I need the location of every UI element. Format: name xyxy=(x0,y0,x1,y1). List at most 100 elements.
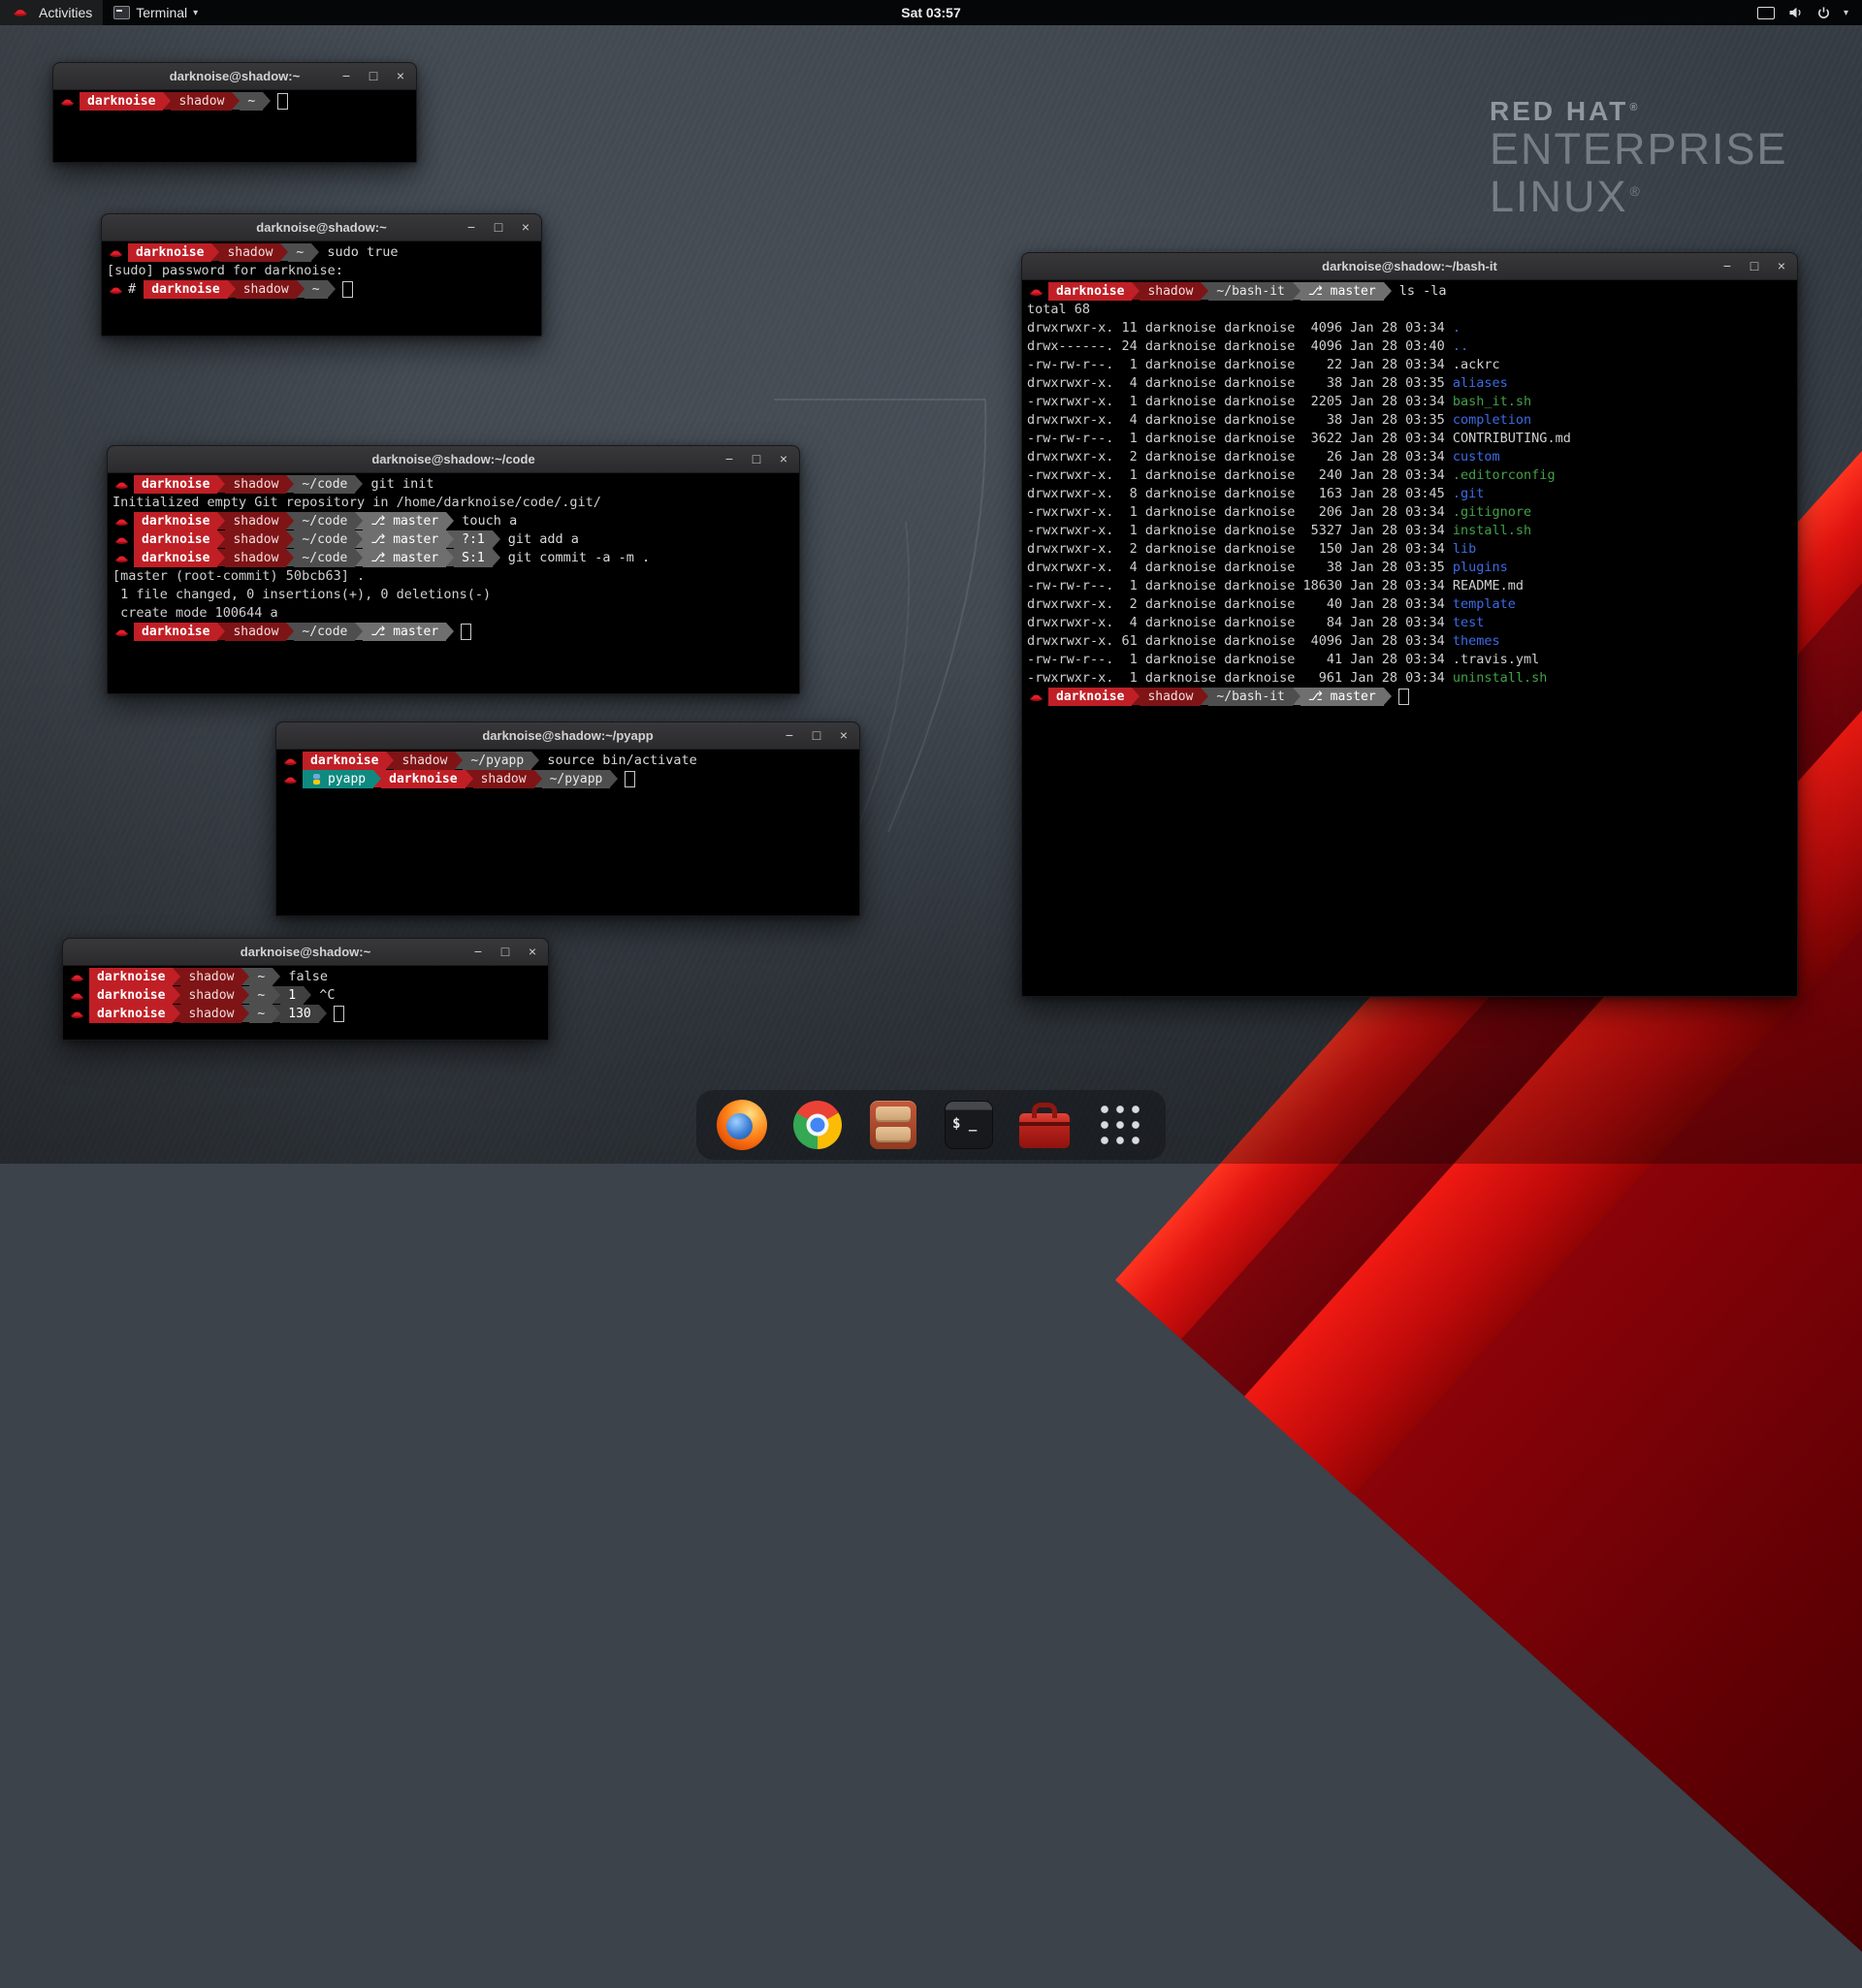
terminal-text: bash_it.sh xyxy=(1453,393,1531,411)
prompt-segment-host: shadow xyxy=(473,770,534,788)
maximize-button[interactable]: □ xyxy=(493,214,504,240)
terminal-cursor xyxy=(277,93,288,110)
close-button[interactable]: × xyxy=(838,722,850,749)
dock-firefox[interactable] xyxy=(716,1099,768,1151)
firefox-icon xyxy=(717,1100,767,1150)
powerline-separator xyxy=(355,623,363,640)
terminal-line: darknoiseshadow~/code git init xyxy=(112,475,794,494)
terminal-window-pyapp[interactable]: darknoise@shadow:~/pyapp − □ × darknoise… xyxy=(275,721,860,916)
terminal-window-bash-it[interactable]: darknoise@shadow:~/bash-it − □ × darknoi… xyxy=(1021,252,1798,997)
maximize-button[interactable]: □ xyxy=(1749,253,1760,279)
terminal-text: false xyxy=(280,968,328,986)
terminal-window-home-top[interactable]: darknoise@shadow:~ − □ × darknoiseshadow… xyxy=(52,62,417,163)
close-button[interactable]: × xyxy=(778,446,789,472)
terminal-prompt-glyph: $ _ xyxy=(952,1117,977,1131)
prompt-segment-path: ~/pyapp xyxy=(463,752,531,770)
minimize-button[interactable]: − xyxy=(784,722,795,749)
window-titlebar[interactable]: darknoise@shadow:~ − □ × xyxy=(63,939,548,966)
terminal-window-exit-codes[interactable]: darknoise@shadow:~ − □ × darknoise shadow… xyxy=(62,938,549,1041)
window-titlebar[interactable]: darknoise@shadow:~ − □ × xyxy=(53,63,416,90)
minimize-button[interactable]: − xyxy=(472,939,484,965)
terminal-line: -rwxrwxr-x. 1 darknoise darknoise 2205 J… xyxy=(1027,393,1792,411)
prompt-segment-user: darknoise xyxy=(128,243,211,262)
terminal-text: create mode 100644 a xyxy=(112,604,278,623)
prompt-segment-host: shadow xyxy=(180,968,241,986)
powerline-separator xyxy=(319,1005,327,1022)
window-titlebar[interactable]: darknoise@shadow:~/bash-it − □ × xyxy=(1022,253,1797,280)
close-button[interactable]: × xyxy=(1776,253,1787,279)
dock-toolbox[interactable] xyxy=(1018,1099,1071,1151)
powerline-separator xyxy=(280,243,288,261)
prompt-segment-host: shadow xyxy=(225,475,286,494)
minimize-button[interactable]: − xyxy=(466,214,477,240)
prompt-segment-host: shadow xyxy=(1140,688,1201,706)
redhat-prompt-icon xyxy=(60,94,75,109)
terminal-text: uninstall.sh xyxy=(1453,669,1548,688)
maximize-button[interactable]: □ xyxy=(811,722,822,749)
powerline-separator xyxy=(455,752,463,769)
display-icon xyxy=(1757,7,1775,19)
maximize-button[interactable]: □ xyxy=(751,446,762,472)
maximize-button[interactable]: □ xyxy=(499,939,511,965)
app-menu-terminal[interactable]: Terminal ▾ xyxy=(103,0,209,25)
terminal-window-sudo[interactable]: darknoise@shadow:~ − □ × darknoiseshadow… xyxy=(101,213,542,337)
terminal-content[interactable]: darknoiseshadow~/code git initInitialize… xyxy=(108,473,799,693)
close-button[interactable]: × xyxy=(527,939,538,965)
terminal-content[interactable]: darknoiseshadow~ falsedarknoiseshadow~1 … xyxy=(63,966,548,1040)
terminal-text: -rwxrwxr-x. 1 darknoise darknoise 206 Ja… xyxy=(1027,503,1453,522)
window-title: darknoise@shadow:~/pyapp xyxy=(276,728,859,743)
show-apps-grid-icon xyxy=(1097,1102,1143,1148)
terminal-line: darknoiseshadow~/code⎇ master?:1 git add… xyxy=(112,530,794,549)
redhat-prompt-icon xyxy=(13,4,28,19)
terminal-text: -rw-rw-r--. 1 darknoise darknoise 41 Jan… xyxy=(1027,651,1453,669)
minimize-button[interactable]: − xyxy=(340,63,352,89)
python-icon xyxy=(310,773,323,786)
terminal-text: drwxrwxr-x. 61 darknoise darknoise 4096 … xyxy=(1027,632,1453,651)
dock-show-apps[interactable] xyxy=(1094,1099,1146,1151)
activities-button[interactable]: Activities xyxy=(0,0,103,25)
minimize-button[interactable]: − xyxy=(1721,253,1733,279)
powerline-separator xyxy=(173,1005,180,1022)
terminal-content[interactable]: darknoiseshadow~ sudo true[sudo] passwor… xyxy=(102,241,541,336)
redhat-prompt-icon xyxy=(283,772,298,786)
dock-chrome[interactable] xyxy=(791,1099,844,1151)
terminal-cursor xyxy=(334,1006,344,1022)
close-button[interactable]: × xyxy=(520,214,531,240)
terminal-line: drwxrwxr-x. 2 darknoise darknoise 40 Jan… xyxy=(1027,595,1792,614)
powerline-separator xyxy=(1201,282,1208,300)
powerline-separator xyxy=(263,92,271,110)
terminal-window-code[interactable]: darknoise@shadow:~/code − □ × darknoises… xyxy=(107,445,800,694)
terminal-line: # darknoiseshadow~ xyxy=(107,280,536,299)
close-button[interactable]: × xyxy=(395,63,406,89)
window-titlebar[interactable]: darknoise@shadow:~ − □ × xyxy=(102,214,541,241)
dock-files[interactable] xyxy=(867,1099,919,1151)
prompt-segment-git: ⎇ master xyxy=(1300,688,1384,706)
maximize-button[interactable]: □ xyxy=(368,63,379,89)
redhat-prompt-icon xyxy=(114,514,129,529)
powerline-separator xyxy=(273,968,280,985)
terminal-text: themes xyxy=(1453,632,1500,651)
terminal-text: .git xyxy=(1453,485,1485,503)
clock[interactable]: Sat 03:57 xyxy=(901,5,960,20)
redhat-prompt-icon xyxy=(109,282,123,297)
minimize-button[interactable]: − xyxy=(723,446,735,472)
terminal-text: -rwxrwxr-x. 1 darknoise darknoise 240 Ja… xyxy=(1027,466,1453,485)
terminal-content[interactable]: darknoiseshadow~/bash-it⎇ master ls -lat… xyxy=(1022,280,1797,996)
prompt-segment-path: ~ xyxy=(249,986,273,1005)
terminal-content[interactable]: darknoiseshadow~/pyapp source bin/activa… xyxy=(276,750,859,915)
terminal-content[interactable]: darknoiseshadow~ xyxy=(53,90,416,162)
dock-terminal[interactable]: $ _ xyxy=(943,1099,995,1151)
powerline-separator xyxy=(355,512,363,529)
powerline-separator xyxy=(328,280,336,298)
window-titlebar[interactable]: darknoise@shadow:~/code − □ × xyxy=(108,446,799,473)
powerline-separator xyxy=(446,549,454,566)
prompt-segment-user: darknoise xyxy=(89,968,173,986)
powerline-separator xyxy=(1293,282,1300,300)
system-status-area[interactable]: ▾ xyxy=(1757,0,1862,25)
terminal-text: .editorconfig xyxy=(1453,466,1556,485)
app-menu-label: Terminal xyxy=(136,5,187,20)
terminal-text: ls -la xyxy=(1392,282,1447,301)
file-cabinet-icon xyxy=(870,1101,916,1149)
window-titlebar[interactable]: darknoise@shadow:~/pyapp − □ × xyxy=(276,722,859,750)
powerline-separator xyxy=(228,280,236,298)
